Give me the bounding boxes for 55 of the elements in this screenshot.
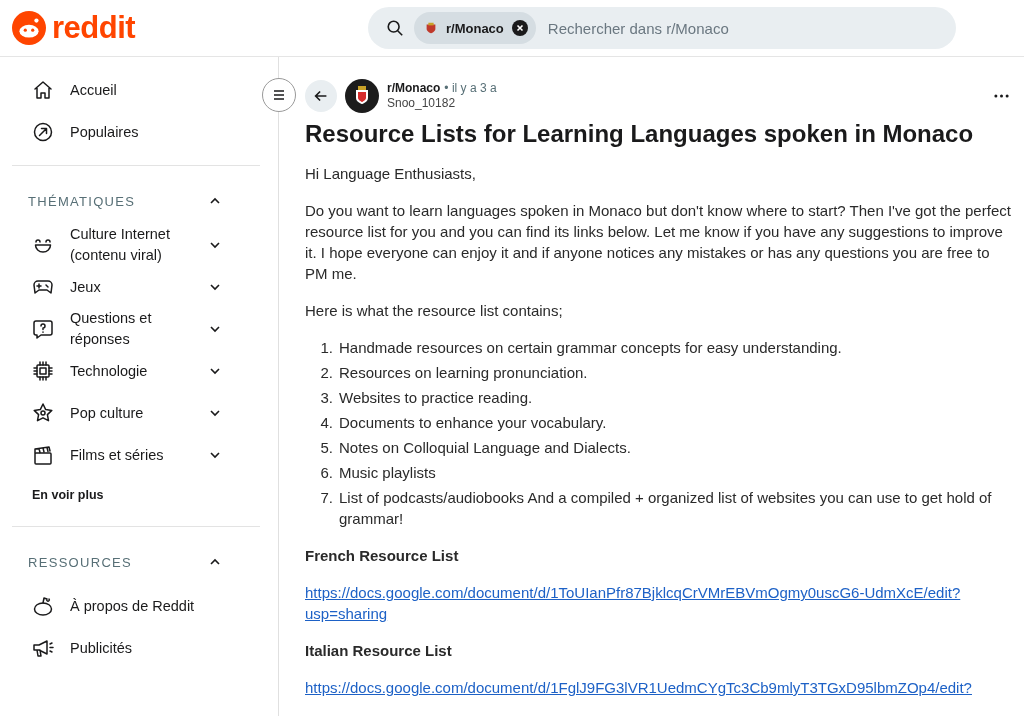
list-number: 2. xyxy=(319,363,334,383)
section-header[interactable]: THÉMATIQUES xyxy=(12,178,222,224)
document-link[interactable]: https://docs.google.com/document/d/1ToUIanPfr87BjklcqCrVMrEBVmOgmy0uscG6-UdmXcE/edit?usp=sharing xyxy=(305,582,1013,624)
megaphone-icon xyxy=(32,637,54,659)
list-item: Music playlists xyxy=(339,463,436,483)
back-button[interactable] xyxy=(305,80,337,112)
nav-item[interactable]: Technologie xyxy=(12,350,222,392)
subreddit-avatar-icon[interactable] xyxy=(345,79,379,113)
author-link[interactable]: Snoo_10182 xyxy=(387,96,982,111)
home-icon xyxy=(32,79,54,101)
more-icon xyxy=(994,94,1009,98)
paragraph: Here is what the resource list contains; xyxy=(305,301,564,321)
menu-button[interactable] xyxy=(262,78,296,112)
nav-item[interactable]: À propos de Reddit xyxy=(12,585,222,627)
document-link[interactable]: https://docs.google.com/document/d/1FglJ9FG3lVR1UedmCYgTc3Cb9mlyT3TGxD95lbmZOp4/edit? xyxy=(305,677,1013,698)
paragraph: Hi Language Enthusiasts, xyxy=(305,164,477,184)
section-heading: Italian Resource List xyxy=(305,641,453,661)
clear-icon[interactable] xyxy=(511,20,528,36)
chip-icon xyxy=(32,360,54,382)
section-header[interactable]: RESSOURCES xyxy=(12,539,222,585)
crest-icon xyxy=(424,21,438,35)
post-title: Resource Lists for Learning Languages spoken in Monaco xyxy=(305,119,975,149)
nav-item[interactable]: Questions et réponses xyxy=(12,308,222,350)
list-number: 1. xyxy=(319,338,334,358)
nav-item[interactable]: Jeux xyxy=(12,266,222,308)
list-item: Documents to enhance your vocabulary. xyxy=(339,413,607,433)
section-heading: French Resource List xyxy=(305,546,460,566)
search-icon xyxy=(386,19,404,37)
list-item: Notes on Colloquial Language and Dialects. xyxy=(339,438,631,458)
alien-head-icon xyxy=(32,595,54,617)
nav-item[interactable]: Publicités xyxy=(12,627,222,669)
nav-item[interactable]: Films et séries xyxy=(12,434,222,476)
list-number: 3. xyxy=(319,388,334,408)
nav-item[interactable]: Culture Internet (contenu viral) xyxy=(12,224,222,266)
see-more-link[interactable]: En voir plus xyxy=(12,476,222,514)
list-number: 4. xyxy=(319,413,334,433)
paragraph: Do you want to learn languages spoken in Monaco but don't know where to start? Then I've got the perfect resource list for you and you can find its links below. Let me know if you have any suggestions to improve it. I hope everyone can enjoy it and if anyone notices any mistakes or has any questions you are free to PM me. xyxy=(305,201,1012,284)
search-field[interactable]: r/Monaco Rechercher dans r/Monaco xyxy=(368,7,956,49)
subreddit-chip[interactable]: r/Monaco xyxy=(414,12,536,44)
nav-item[interactable]: Populaires xyxy=(12,111,222,153)
list-item: List of podcasts/audiobooks And a compiled + organized list of websites you can use to get hold of grammar! xyxy=(339,488,993,529)
list-item: Handmade resources on certain grammar concepts for easy understanding. xyxy=(339,338,842,358)
question-bubble-icon xyxy=(32,318,54,340)
nav-item[interactable]: Pop culture xyxy=(12,392,222,434)
list-number: 6. xyxy=(319,463,334,483)
reddit-logo-icon[interactable] xyxy=(12,11,46,45)
list-item: Resources on learning pronunciation. xyxy=(339,363,588,383)
clapperboard-icon xyxy=(32,444,54,466)
list-item: Websites to practice reading. xyxy=(339,388,533,408)
list-number: 5. xyxy=(319,438,334,458)
subreddit-link[interactable]: r/Monaco xyxy=(387,81,441,95)
star-icon xyxy=(32,402,54,424)
list-number: 7. xyxy=(319,488,334,508)
post-age: • il y a 3 a xyxy=(444,81,497,95)
nav-item[interactable]: Accueil xyxy=(12,69,222,111)
